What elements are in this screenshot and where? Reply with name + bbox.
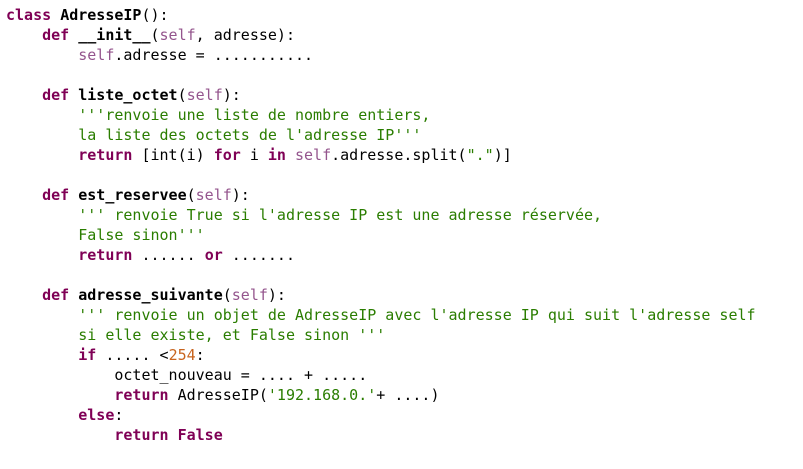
docstring: si elle existe, et False sinon ''' <box>78 326 386 344</box>
paren: ( <box>186 186 196 204</box>
code-text: + ....) <box>376 386 440 404</box>
code-line-4: def liste_octet(self): <box>6 85 241 105</box>
keyword-return: return <box>114 386 169 404</box>
paren: ( <box>150 26 160 44</box>
class-signature: (): <box>141 6 169 24</box>
function-name-est-reservee: est_reservee <box>78 186 187 204</box>
keyword-false: False <box>177 426 223 444</box>
assignment: .adresse = ........... <box>114 46 314 64</box>
code-line-6: la liste des octets de l'adresse IP''' <box>6 125 421 145</box>
code-line-2: def __init__(self, adresse): <box>6 25 295 45</box>
code-line-10: False sinon''' <box>6 225 205 245</box>
function-name-init: __init__ <box>78 26 151 44</box>
self-keyword: self <box>231 286 268 304</box>
code-line-3: self.adresse = ........... <box>6 45 313 65</box>
self-keyword: self <box>295 146 332 164</box>
self-keyword: self <box>78 46 115 64</box>
code-line-5: '''renvoie une liste de nombre entiers, <box>6 105 430 125</box>
code-text: : <box>195 346 205 364</box>
params: , adresse): <box>195 26 295 44</box>
docstring: ''' renvoie un objet de AdresseIP avec l… <box>78 306 756 324</box>
keyword-return: return <box>78 246 133 264</box>
code-text: ....... <box>222 246 295 264</box>
code-text: .adresse.split( <box>331 146 467 164</box>
code-line-15: if ..... <254: <box>6 345 205 365</box>
docstring: ''' renvoie True si l'adresse IP est une… <box>78 206 603 224</box>
paren: ): <box>222 86 241 104</box>
code-line-18: else: <box>6 405 123 425</box>
self-keyword: self <box>159 26 196 44</box>
function-name-liste-octet: liste_octet <box>78 86 178 104</box>
code-line-19: return False <box>6 425 223 445</box>
code-text: : <box>114 406 124 424</box>
code-editor[interactable]: class AdresseIP(): def __init__(self, ad… <box>0 0 803 469</box>
code-line-13: ''' renvoie un objet de AdresseIP avec l… <box>6 305 756 325</box>
keyword-def: def <box>42 286 70 304</box>
code-line-9: ''' renvoie True si l'adresse IP est une… <box>6 205 602 225</box>
keyword-return: return <box>114 426 169 444</box>
docstring: la liste des octets de l'adresse IP''' <box>78 126 422 144</box>
code-text: AdresseIP( <box>168 386 268 404</box>
number-literal: 254 <box>168 346 196 364</box>
keyword-def: def <box>42 26 70 44</box>
keyword-in: in <box>267 146 286 164</box>
code-text: ...... <box>132 246 205 264</box>
docstring: '''renvoie une liste de nombre entiers, <box>78 106 431 124</box>
string-literal: '192.168.0.' <box>267 386 377 404</box>
code-line-1: class AdresseIP(): <box>6 5 169 25</box>
code-line-16: octet_nouveau = .... + ..... <box>6 365 367 385</box>
paren: ): <box>267 286 286 304</box>
string-literal: "." <box>466 146 494 164</box>
paren: ( <box>177 86 187 104</box>
docstring: False sinon''' <box>78 226 205 244</box>
code-line-17: return AdresseIP('192.168.0.'+ ....) <box>6 385 440 405</box>
code-line-8: def est_reservee(self): <box>6 185 250 205</box>
function-name-adresse-suivante: adresse_suivante <box>78 286 223 304</box>
code-text: )] <box>493 146 512 164</box>
code-line-14: si elle existe, et False sinon ''' <box>6 325 385 345</box>
code-text: i <box>240 146 268 164</box>
self-keyword: self <box>186 86 223 104</box>
keyword-def: def <box>42 186 70 204</box>
keyword-def: def <box>42 86 70 104</box>
keyword-else: else <box>78 406 115 424</box>
self-keyword: self <box>195 186 232 204</box>
code-line-7: return [int(i) for i in self.adresse.spl… <box>6 145 512 165</box>
code-line-12: def adresse_suivante(self): <box>6 285 286 305</box>
keyword-for: for <box>213 146 241 164</box>
paren: ( <box>222 286 232 304</box>
keyword-or: or <box>204 246 223 264</box>
class-name: AdresseIP <box>60 6 142 24</box>
keyword-return: return <box>78 146 133 164</box>
keyword-if: if <box>78 346 97 364</box>
code-text: [int(i) <box>132 146 214 164</box>
code-line-11: return ...... or ....... <box>6 245 295 265</box>
code-text: ..... < <box>96 346 169 364</box>
code-text: octet_nouveau = .... + ..... <box>114 366 368 384</box>
keyword-class: class <box>6 6 52 24</box>
paren: ): <box>231 186 250 204</box>
